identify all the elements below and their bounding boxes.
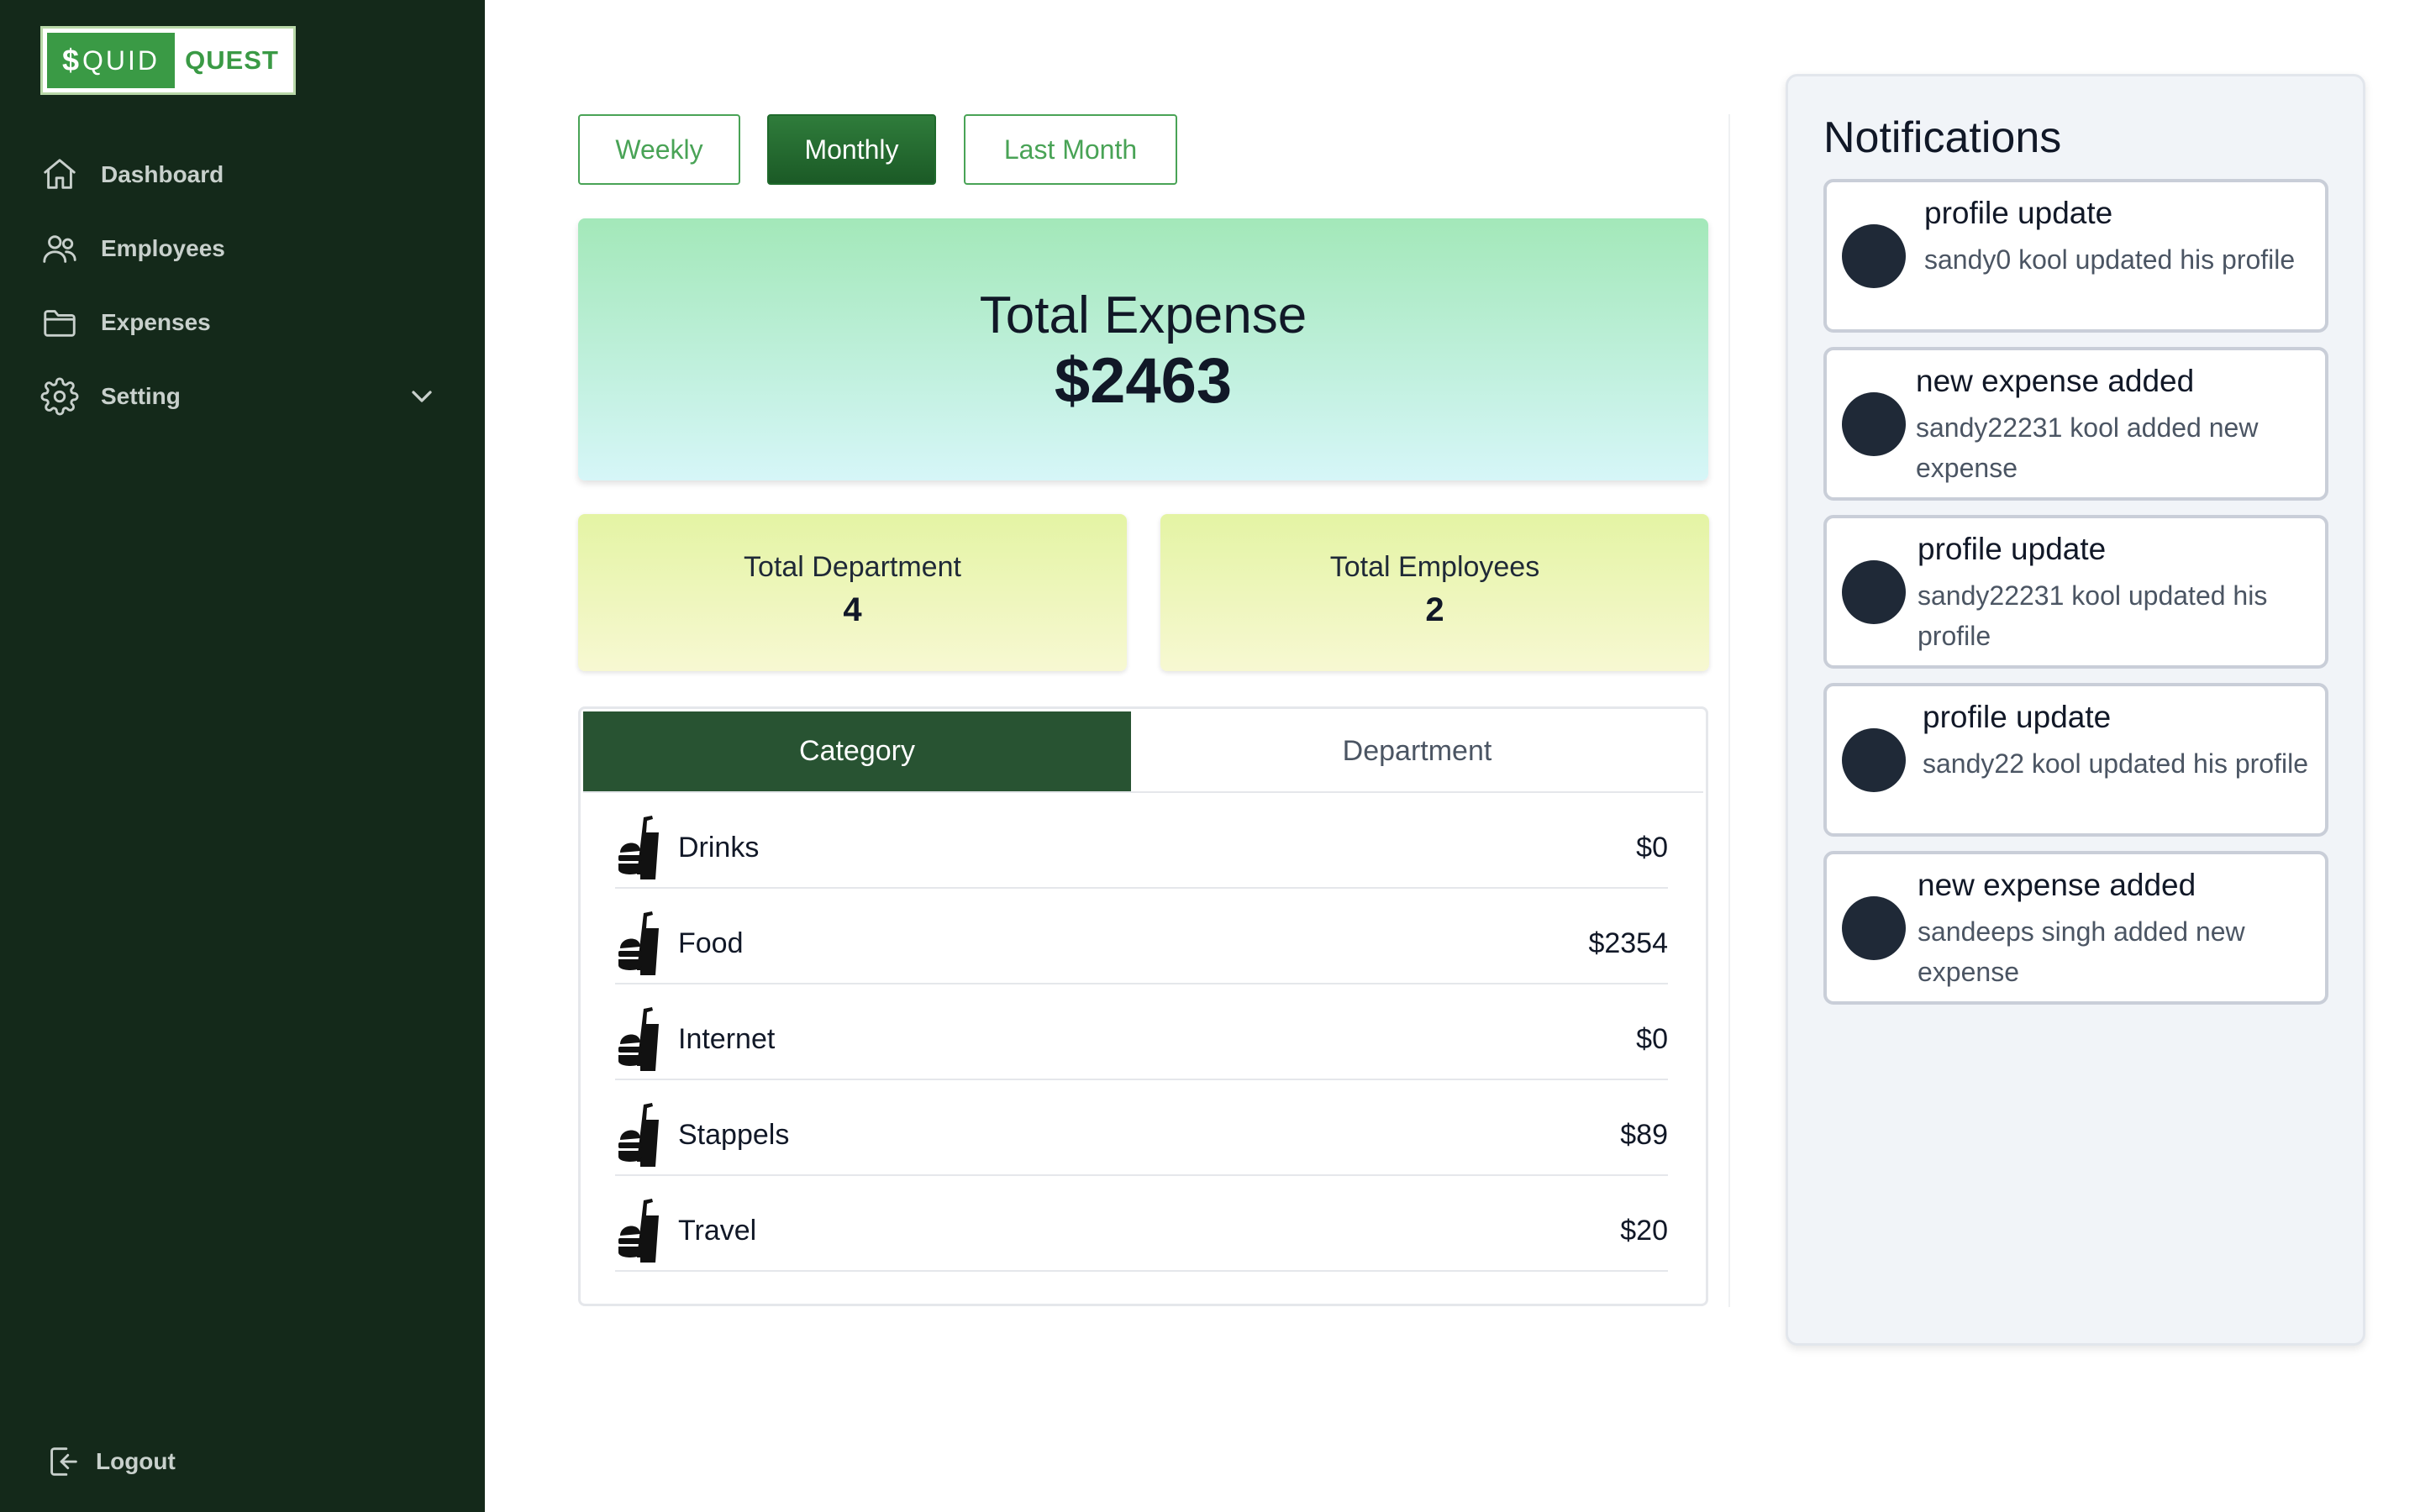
notification-title: new expense added [1918,868,2196,902]
fast-food-icon [615,1103,664,1168]
total-employees-value: 2 [1425,591,1444,628]
sidebar-item-employees[interactable]: Employees [40,223,225,274]
brand-part2: QUEST [185,45,279,75]
total-expense-value: $2463 [1054,345,1233,417]
logout-icon [50,1447,77,1476]
brand-symbol: $ [61,43,80,77]
sidebar-item-expenses[interactable]: Expenses [40,297,211,348]
fast-food-icon [615,1007,664,1073]
category-row-stappels[interactable]: Stappels $89 [615,1080,1668,1176]
category-row-travel[interactable]: Travel $20 [615,1176,1668,1272]
gear-icon [40,377,79,416]
notification-message: sandy22 kool updated his profile [1923,748,2308,779]
notification-title: profile update [1923,700,2112,734]
notification-avatar [1842,392,1906,456]
notification-avatar [1842,560,1906,624]
category-name: Travel [678,1215,757,1247]
period-monthly-button[interactable]: Monthly [767,114,936,185]
sidebar-item-setting[interactable]: Setting [40,371,181,422]
fast-food-icon [615,1199,664,1264]
category-amount: $20 [1620,1215,1668,1247]
logout-label: Logout [96,1448,176,1474]
notification-message: sandeeps singh added new expense [1918,916,2245,987]
period-weekly-button[interactable]: Weekly [578,114,740,185]
notification-item[interactable]: profile update sandy0 kool updated his p… [1823,179,2328,333]
category-name: Food [678,927,744,959]
fast-food-icon [615,816,664,881]
notification-title: profile update [1918,532,2107,566]
brand-part1: QUID [82,45,160,76]
content-divider [1728,114,1730,1307]
notification-avatar [1842,224,1906,288]
sidebar-item-label: Setting [101,383,181,409]
total-expense-card: Total Expense $2463 [578,218,1708,480]
category-name: Internet [678,1023,776,1055]
category-amount: $2354 [1588,927,1668,959]
tab-department[interactable]: Department [1131,711,1703,791]
expense-breakdown-card: Category Department Drinks $0 Food $2354… [578,706,1708,1306]
notification-message: sandy22231 kool added new expense [1916,412,2259,483]
brand-logo[interactable]: $ QUID QUEST [40,26,296,95]
category-name: Drinks [678,832,760,864]
category-amount: $0 [1636,1023,1668,1055]
total-employees-card: Total Employees 2 [1160,514,1709,671]
total-employees-label: Total Employees [1329,551,1540,583]
total-department-card: Total Department 4 [578,514,1127,671]
total-department-value: 4 [843,591,862,628]
sidebar-item-dashboard[interactable]: Dashboard [40,150,224,200]
category-row-food[interactable]: Food $2354 [615,889,1668,984]
category-row-drinks[interactable]: Drinks $0 [615,793,1668,889]
category-amount: $0 [1636,832,1668,864]
logout-button[interactable]: Logout [44,1436,176,1487]
chevron-down-icon[interactable] [405,380,439,413]
sidebar: $ QUID QUEST Dashboard Employees Expense… [0,0,485,1512]
users-icon [43,235,76,263]
brand-logo-left: $ QUID [47,33,175,88]
fast-food-icon [615,911,664,977]
total-department-label: Total Department [744,551,961,583]
tab-category[interactable]: Category [583,711,1131,791]
sidebar-item-label: Dashboard [101,161,224,187]
notification-avatar [1842,728,1906,792]
notification-avatar [1842,896,1906,960]
category-amount: $89 [1620,1119,1668,1151]
notification-message: sandy0 kool updated his profile [1924,244,2296,275]
notification-title: profile update [1924,196,2113,230]
folder-icon [44,310,76,337]
category-row-internet[interactable]: Internet $0 [615,984,1668,1080]
notification-item[interactable]: new expense added sandeeps singh added n… [1823,851,2328,1005]
notification-item[interactable]: new expense added sandy22231 kool added … [1823,347,2328,501]
total-expense-label: Total Expense [979,286,1307,344]
sidebar-item-label: Employees [101,235,225,261]
category-name: Stappels [678,1119,790,1151]
notifications-title: Notifications [1823,113,2062,162]
home-icon [44,159,76,189]
notification-item[interactable]: profile update sandy22231 kool updated h… [1823,515,2328,669]
sidebar-item-label: Expenses [101,309,211,335]
notification-title: new expense added [1916,364,2195,398]
period-last-month-button[interactable]: Last Month [964,114,1177,185]
notification-item[interactable]: profile update sandy22 kool updated his … [1823,683,2328,837]
notification-message: sandy22231 kool updated his profile [1918,580,2268,651]
